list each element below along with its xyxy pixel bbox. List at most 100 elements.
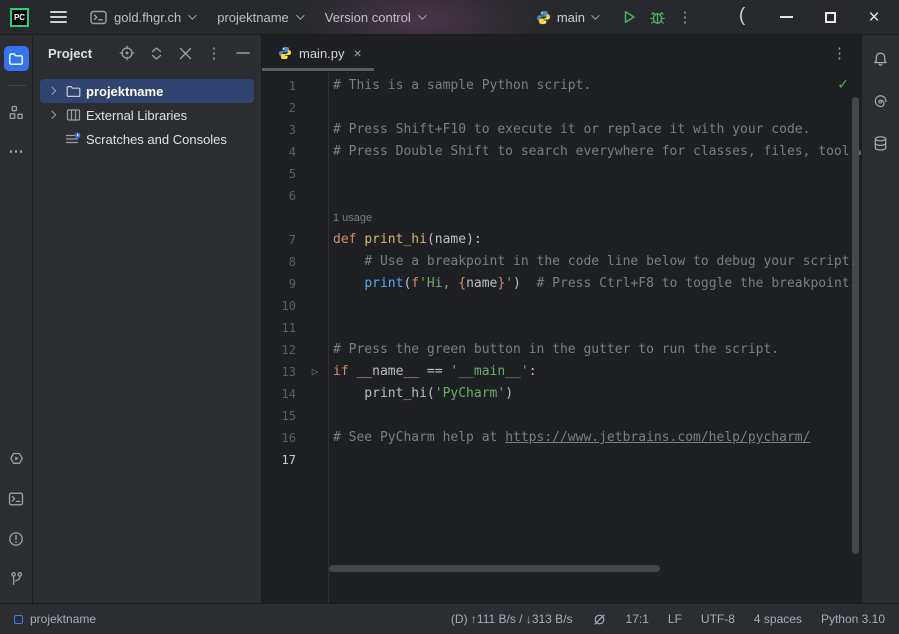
code-line[interactable]: 6 <box>262 185 861 207</box>
left-tool-strip <box>0 35 33 603</box>
code-line[interactable]: 15 <box>262 405 861 427</box>
chevron-down-icon <box>418 11 426 19</box>
code-line[interactable]: 2 <box>262 97 861 119</box>
project-selector-label: projektname <box>217 10 289 25</box>
code-line[interactable]: 5 <box>262 163 861 185</box>
project-panel-header: Project ⋮ <box>33 35 261 71</box>
close-button[interactable]: × <box>859 4 889 30</box>
code-line[interactable]: 10 <box>262 295 861 317</box>
git-tool-button[interactable] <box>4 566 29 591</box>
run-button[interactable] <box>615 4 643 30</box>
code-line[interactable]: 13▷if __name__ == '__main__': <box>262 361 861 383</box>
tab-label: main.py <box>299 46 345 61</box>
database-button[interactable] <box>868 131 893 156</box>
main-menu-icon[interactable] <box>48 7 69 27</box>
python-file-icon <box>278 46 292 60</box>
tab-close-icon[interactable]: × <box>354 45 362 61</box>
line-number: 14 <box>262 383 302 405</box>
project-panel: Project ⋮ <box>33 35 262 603</box>
run-configuration-selector[interactable]: main <box>536 10 597 25</box>
run-line-gutter-icon[interactable]: ▷ <box>302 361 328 383</box>
line-number: 9 <box>262 273 302 295</box>
line-number: 2 <box>262 97 302 119</box>
notifications-bell-button[interactable] <box>868 47 893 72</box>
line-number <box>262 207 302 229</box>
tree-item-label: External Libraries <box>86 108 187 123</box>
code-line[interactable]: 11 <box>262 317 861 339</box>
tab-main-py[interactable]: main.py × <box>262 35 374 71</box>
code-line[interactable]: 14 print_hi('PyCharm') <box>262 383 861 405</box>
debug-button[interactable] <box>643 4 671 30</box>
inlay-hint-row[interactable]: 1 usage <box>262 207 861 229</box>
expand-chevron-icon[interactable] <box>44 88 60 94</box>
code-line[interactable]: 16# See PyCharm help at https://www.jetb… <box>262 427 861 449</box>
network-speed-widget[interactable]: (D) ↑111 B/s / ↓313 B/s <box>451 612 573 626</box>
line-number: 6 <box>262 185 302 207</box>
chevron-down-icon <box>591 11 599 19</box>
tree-item-external-libraries[interactable]: External Libraries <box>40 103 254 127</box>
strip-separator <box>7 85 26 86</box>
code-line[interactable]: 7def print_hi(name): <box>262 229 861 251</box>
line-number: 10 <box>262 295 302 317</box>
status-project-label: projektname <box>30 612 96 626</box>
pycharm-logo-text: PC <box>14 13 25 22</box>
code-line[interactable]: 9 print(f'Hi, {name}') # Press Ctrl+F8 t… <box>262 273 861 295</box>
minimize-button[interactable] <box>771 4 801 30</box>
structure-tool-button[interactable] <box>4 100 29 125</box>
services-tool-button[interactable] <box>4 446 29 471</box>
line-number: 7 <box>262 229 302 251</box>
tree-item-label: projektname <box>86 84 163 99</box>
line-number: 1 <box>262 75 302 97</box>
scratches-icon <box>64 132 82 146</box>
panel-options-icon[interactable]: ⋮ <box>204 43 224 63</box>
interpreter-widget[interactable]: Python 3.10 <box>821 612 885 626</box>
main-area: Project ⋮ <box>0 35 899 603</box>
inspections-ok-icon[interactable]: ✓ <box>837 77 849 93</box>
tree-item-projektname[interactable]: projektname <box>40 79 254 103</box>
editor-options-icon[interactable]: ⋮ <box>818 35 861 71</box>
remote-host-selector[interactable]: gold.fhgr.ch <box>88 6 196 29</box>
more-actions-button[interactable]: ⋮ <box>671 4 699 30</box>
line-number: 11 <box>262 317 302 339</box>
line-separator-widget[interactable]: LF <box>668 612 682 626</box>
code-line[interactable]: 12# Press the green button in the gutter… <box>262 339 861 361</box>
terminal-tool-button[interactable] <box>4 486 29 511</box>
ai-assistant-button[interactable] <box>868 89 893 114</box>
expand-all-icon[interactable] <box>146 43 166 63</box>
line-number: 16 <box>262 427 302 449</box>
expand-chevron-icon[interactable] <box>44 112 60 118</box>
remote-terminal-icon <box>90 10 107 25</box>
highlighting-off-icon[interactable] <box>592 612 607 627</box>
usages-inlay-hint[interactable]: 1 usage <box>333 212 372 224</box>
more-tool-windows-button[interactable] <box>4 139 29 164</box>
problems-tool-button[interactable] <box>4 526 29 551</box>
library-icon <box>64 108 82 122</box>
status-project-widget[interactable]: projektname <box>14 612 96 626</box>
vcs-selector[interactable]: Version control <box>323 6 426 29</box>
pycharm-logo-icon: PC <box>10 8 29 27</box>
project-tree: projektname External Libraries Scratches… <box>33 71 261 151</box>
tree-item-scratches[interactable]: Scratches and Consoles <box>40 127 254 151</box>
caret-position-widget[interactable]: 17:1 <box>626 612 649 626</box>
encoding-widget[interactable]: UTF-8 <box>701 612 735 626</box>
chevron-down-icon <box>188 11 196 19</box>
code-line[interactable]: 3# Press Shift+F10 to execute it or repl… <box>262 119 861 141</box>
code-editor[interactable]: 1# This is a sample Python script.23# Pr… <box>262 72 861 603</box>
maximize-button[interactable] <box>815 4 845 30</box>
run-config-label: main <box>557 10 585 25</box>
code-line[interactable]: 4# Press Double Shift to search everywhe… <box>262 141 861 163</box>
code-line[interactable]: 8 # Use a breakpoint in the code line be… <box>262 251 861 273</box>
night-shade-button[interactable]: ( <box>727 4 757 30</box>
project-selector[interactable]: projektname <box>215 6 304 29</box>
collapse-all-icon[interactable] <box>175 43 195 63</box>
hide-panel-icon[interactable] <box>233 43 253 63</box>
code-line[interactable]: 17 <box>262 449 861 471</box>
project-tool-button[interactable] <box>4 46 29 71</box>
line-number: 3 <box>262 119 302 141</box>
line-number: 8 <box>262 251 302 273</box>
code-line[interactable]: 1# This is a sample Python script. <box>262 75 861 97</box>
indent-widget[interactable]: 4 spaces <box>754 612 802 626</box>
locate-file-icon[interactable] <box>117 43 137 63</box>
vertical-scrollbar[interactable] <box>852 97 859 554</box>
horizontal-scrollbar[interactable] <box>329 565 660 572</box>
